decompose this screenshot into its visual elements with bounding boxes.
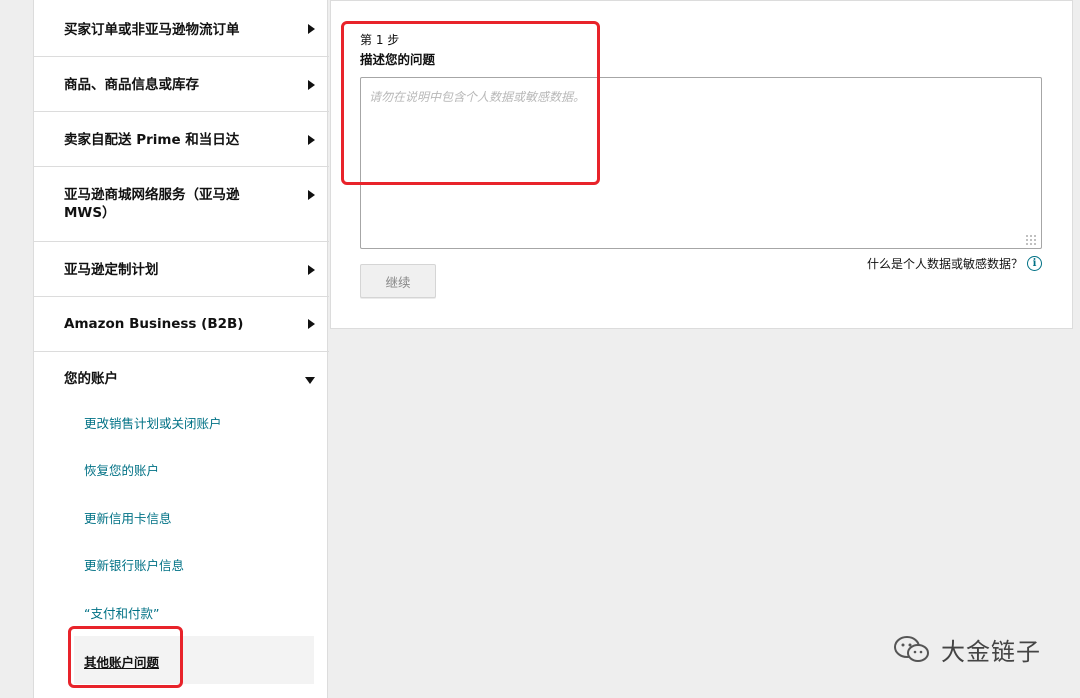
chevron-right-icon: [308, 319, 315, 329]
category-mws[interactable]: 亚马逊商城网络服务（亚马逊 MWS）: [34, 167, 329, 242]
highlight-box-form: [341, 21, 600, 185]
chevron-right-icon: [308, 135, 315, 145]
help-text: 什么是个人数据或敏感数据？: [866, 257, 1023, 271]
chevron-right-icon: [308, 190, 315, 200]
watermark: 大金链子: [893, 632, 1041, 667]
sub-item-change-plan[interactable]: 更改销售计划或关闭账户: [84, 413, 222, 432]
continue-button[interactable]: 继续: [360, 264, 436, 298]
info-icon[interactable]: i: [1027, 256, 1042, 271]
category-custom-program[interactable]: 亚马逊定制计划: [34, 242, 329, 297]
category-sidebar: 买家订单或非亚马逊物流订单 商品、商品信息或库存 卖家自配送 Prime 和当日…: [33, 0, 329, 698]
sub-item-payments[interactable]: “支付和付款”: [84, 603, 159, 622]
category-label: 亚马逊商城网络服务（亚马逊 MWS）: [64, 187, 240, 221]
sub-item-update-bank-info[interactable]: 更新银行账户信息: [84, 555, 184, 574]
resize-handle-icon[interactable]: [1025, 234, 1037, 246]
sensitive-data-help: 什么是个人数据或敏感数据？ i: [867, 255, 1042, 272]
chevron-down-icon: [305, 377, 315, 384]
chevron-right-icon: [308, 24, 315, 34]
highlight-box-sidebar: [68, 626, 183, 688]
category-label: 商品、商品信息或库存: [64, 77, 199, 93]
category-label: 卖家自配送 Prime 和当日达: [64, 132, 240, 148]
chevron-right-icon: [308, 80, 315, 90]
category-products[interactable]: 商品、商品信息或库存: [34, 57, 329, 112]
sub-item-restore-account[interactable]: 恢复您的账户: [84, 460, 159, 479]
category-label: 您的账户: [64, 371, 118, 387]
category-label: 买家订单或非亚马逊物流订单: [64, 22, 240, 38]
category-amazon-business[interactable]: Amazon Business (B2B): [34, 297, 329, 352]
category-buyer-orders[interactable]: 买家订单或非亚马逊物流订单: [34, 0, 329, 57]
wechat-icon: [894, 635, 929, 662]
category-label: 亚马逊定制计划: [64, 262, 159, 278]
sub-item-update-credit-card[interactable]: 更新信用卡信息: [84, 508, 172, 527]
category-seller-prime[interactable]: 卖家自配送 Prime 和当日达: [34, 112, 329, 167]
watermark-text: 大金链子: [941, 638, 1041, 666]
category-label: Amazon Business (B2B): [64, 316, 244, 332]
chevron-right-icon: [308, 265, 315, 275]
